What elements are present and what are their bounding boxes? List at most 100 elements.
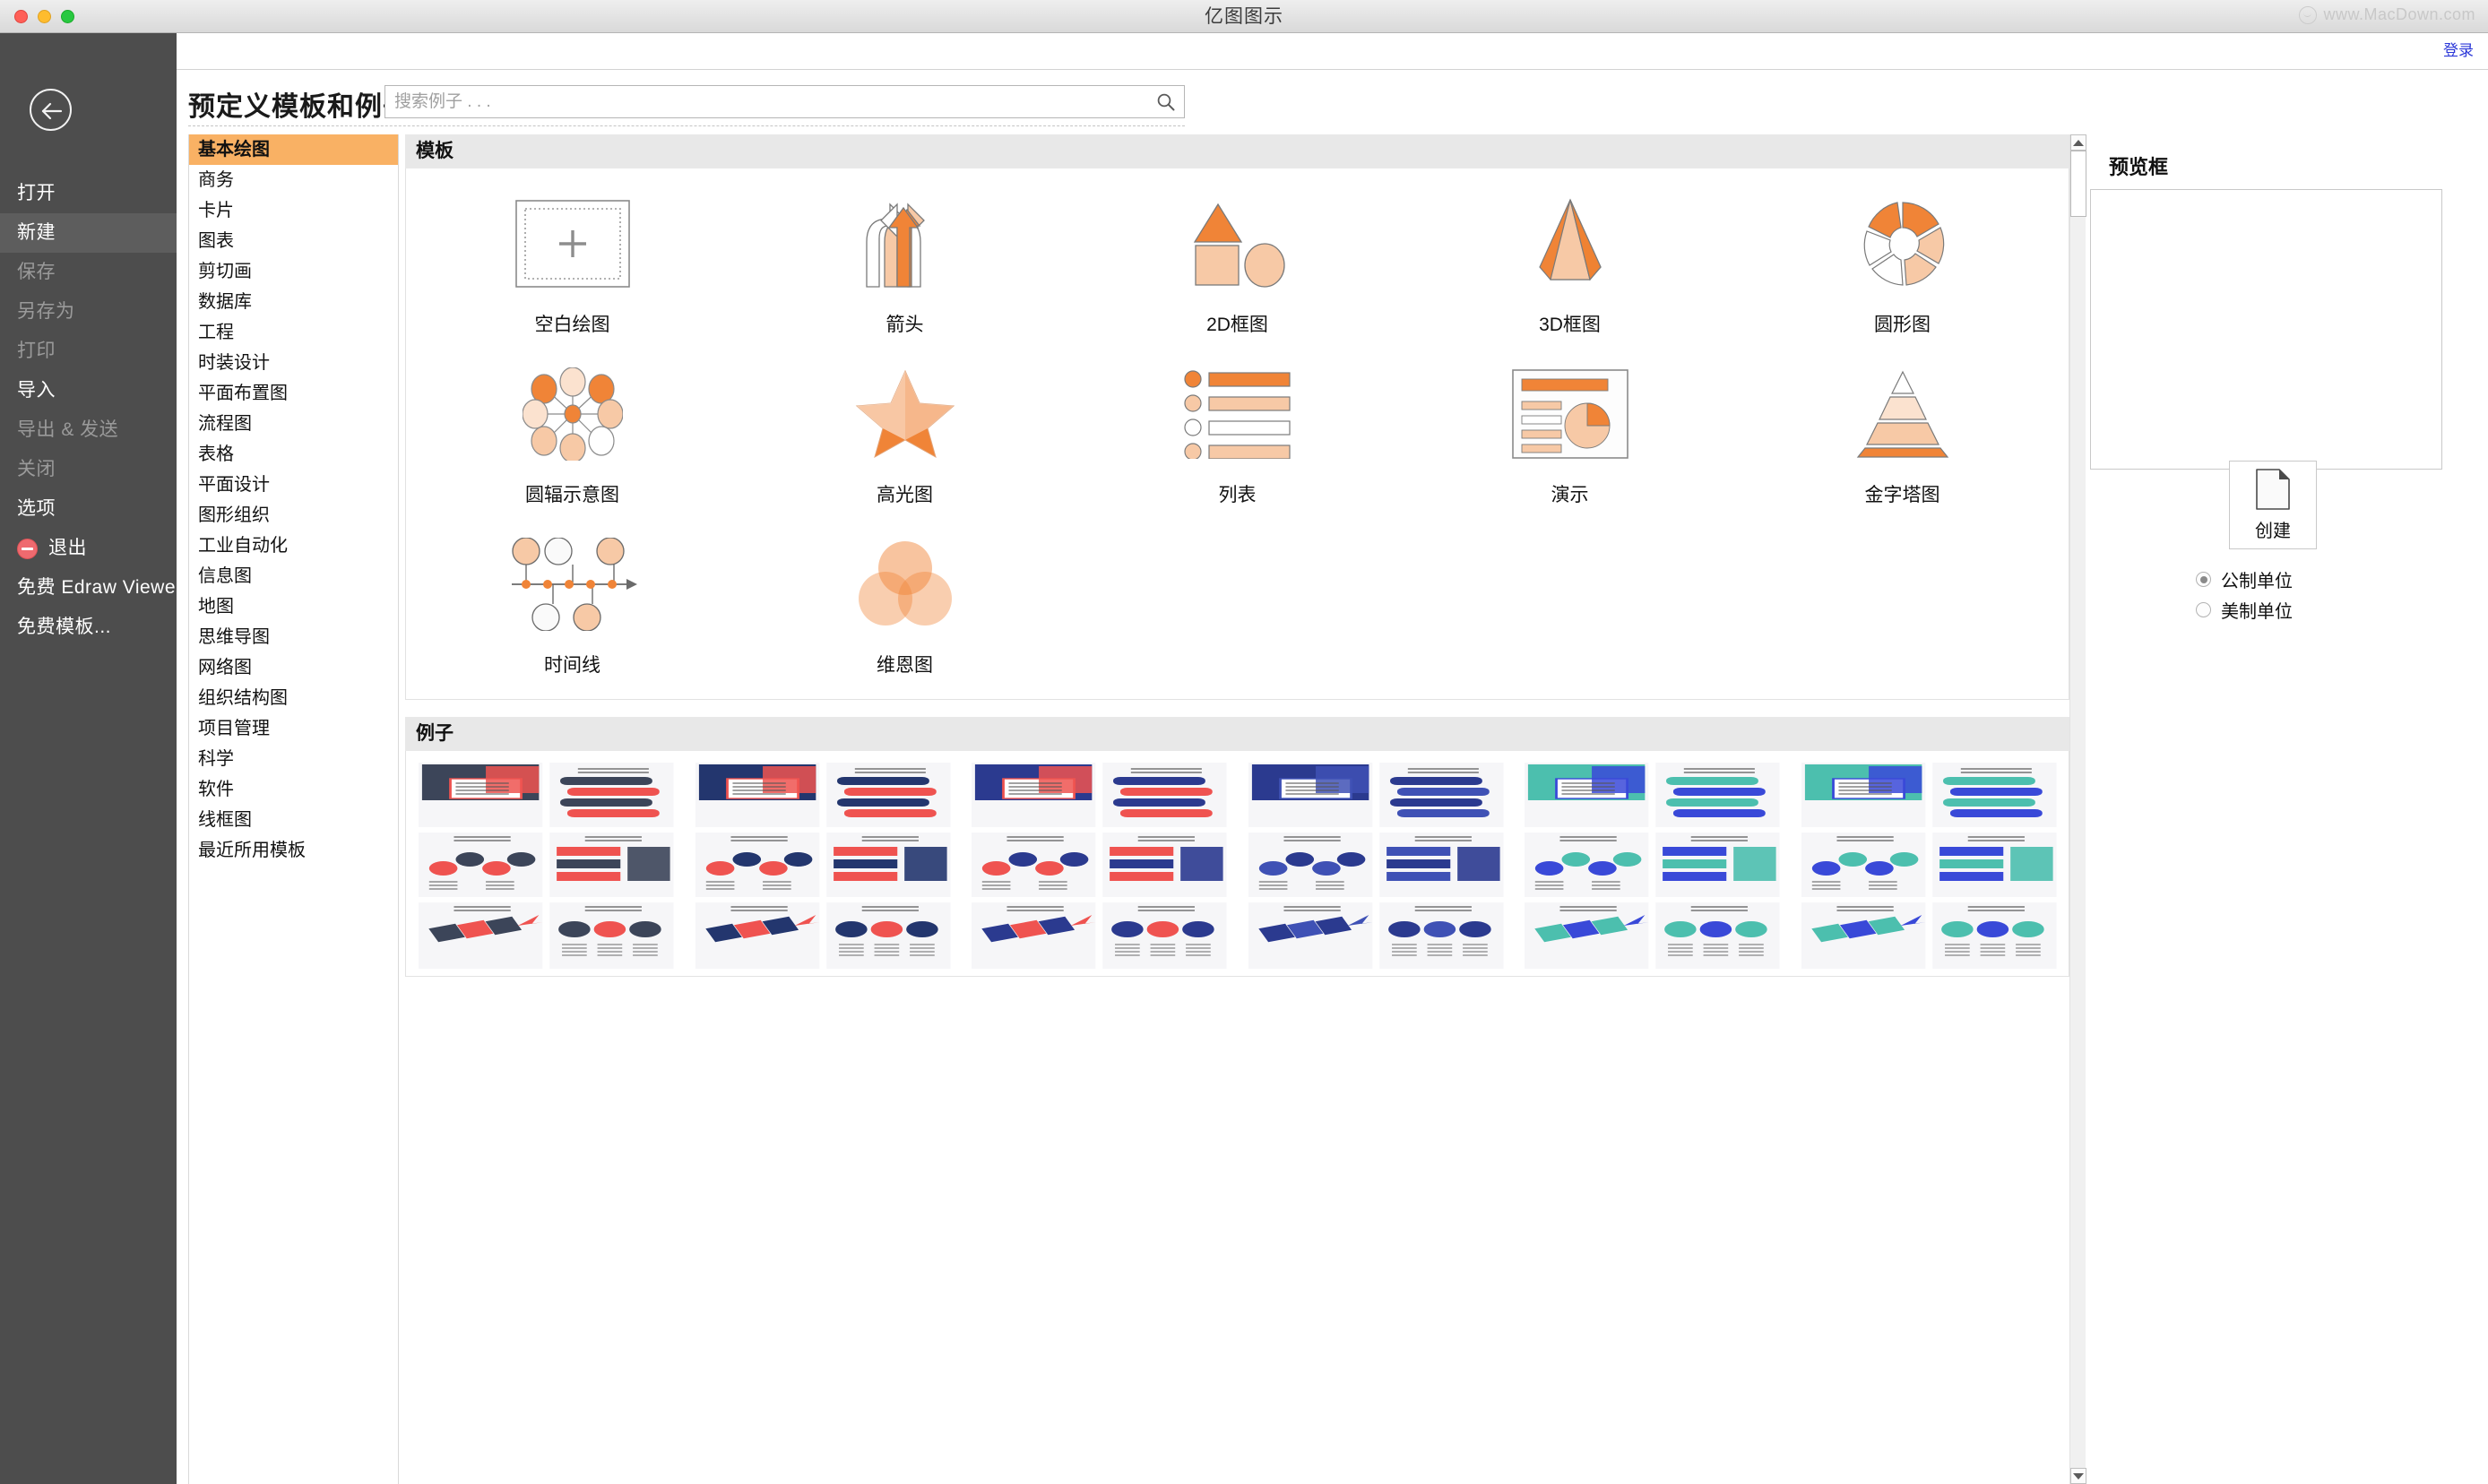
example-item-5[interactable] xyxy=(1797,759,2060,974)
category-item-5[interactable]: 数据库 xyxy=(189,287,398,317)
file-menu-item-label: 新建 xyxy=(17,222,56,243)
template-item-10[interactable]: 时间线 xyxy=(406,518,739,679)
file-menu-item-7: 关闭 xyxy=(0,450,177,489)
radio-selected-icon[interactable] xyxy=(2196,572,2211,587)
file-menu-item-10[interactable]: 免费 Edraw Viewer xyxy=(0,568,182,608)
header-divider xyxy=(177,69,2488,70)
file-menu-item-11[interactable]: 免费模板... xyxy=(0,608,177,647)
exit-icon xyxy=(17,538,38,559)
category-item-2[interactable]: 卡片 xyxy=(189,195,398,226)
category-item-21[interactable]: 软件 xyxy=(189,774,398,805)
example-grid xyxy=(415,759,2060,976)
preview-title: 预览框 xyxy=(2109,156,2169,178)
file-menu-item-9[interactable]: 退出 xyxy=(0,529,177,568)
template-item-8[interactable]: 演示 xyxy=(1404,348,1736,509)
back-arrow-icon[interactable] xyxy=(30,89,72,131)
title-bar: 亿图图示 www.MacDown.com xyxy=(0,0,2488,33)
scroll-up-button[interactable] xyxy=(2070,134,2086,151)
category-item-13[interactable]: 工业自动化 xyxy=(189,531,398,561)
unit-option-imperial[interactable]: 美制单位 xyxy=(2196,597,2293,623)
template-item-3[interactable]: 3D框图 xyxy=(1404,177,1736,339)
unit-option-metric[interactable]: 公制单位 xyxy=(2196,566,2293,592)
scrollbar-thumb[interactable] xyxy=(2070,151,2086,217)
template-item-label: 圆辐示意图 xyxy=(525,485,619,505)
category-item-14[interactable]: 信息图 xyxy=(189,561,398,591)
vertical-scrollbar[interactable] xyxy=(2069,134,2086,1484)
file-menu-item-1[interactable]: 新建 xyxy=(0,213,177,253)
template-timeline-icon xyxy=(506,534,639,634)
category-item-11[interactable]: 平面设计 xyxy=(189,470,398,500)
category-item-22[interactable]: 线框图 xyxy=(189,805,398,835)
radio-unselected-icon[interactable] xyxy=(2196,602,2211,617)
example-item-0[interactable] xyxy=(415,759,678,974)
example-item-6[interactable] xyxy=(415,974,678,976)
search-input[interactable] xyxy=(385,86,1148,117)
category-item-label: 网络图 xyxy=(198,658,252,677)
category-item-8[interactable]: 平面布置图 xyxy=(189,378,398,409)
example-item-4[interactable] xyxy=(1521,759,1784,974)
scroll-down-button[interactable] xyxy=(2070,1468,2086,1484)
category-item-label: 软件 xyxy=(198,780,234,799)
category-item-label: 思维导图 xyxy=(198,627,270,647)
category-item-label: 信息图 xyxy=(198,566,252,586)
category-item-label: 时装设计 xyxy=(198,353,270,373)
template-item-11[interactable]: 维恩图 xyxy=(739,518,1071,679)
login-link[interactable]: 登录 xyxy=(2443,38,2474,60)
template-item-1[interactable]: 箭头 xyxy=(739,177,1071,339)
create-button[interactable]: 创建 xyxy=(2229,461,2317,549)
example-item-7[interactable] xyxy=(691,974,954,976)
category-item-17[interactable]: 网络图 xyxy=(189,652,398,683)
template-list-icon xyxy=(1183,364,1292,464)
category-item-label: 工业自动化 xyxy=(198,536,288,556)
file-menu-item-label: 打印 xyxy=(17,341,56,361)
template-item-5[interactable]: 圆辐示意图 xyxy=(406,348,739,509)
search-box[interactable] xyxy=(384,85,1185,118)
template-block2d-icon xyxy=(1186,194,1290,294)
category-item-3[interactable]: 图表 xyxy=(189,226,398,256)
file-menu-item-6: 导出 & 发送 xyxy=(0,410,177,450)
category-item-20[interactable]: 科学 xyxy=(189,744,398,774)
category-item-10[interactable]: 表格 xyxy=(189,439,398,470)
file-menu-item-5[interactable]: 导入 xyxy=(0,371,177,410)
example-item-1[interactable] xyxy=(691,759,954,974)
file-menu-item-label: 关闭 xyxy=(17,459,56,479)
category-item-0[interactable]: 基本绘图 xyxy=(189,134,398,165)
category-item-23[interactable]: 最近所用模板 xyxy=(189,835,398,866)
category-item-16[interactable]: 思维导图 xyxy=(189,622,398,652)
category-item-9[interactable]: 流程图 xyxy=(189,409,398,439)
file-menu-item-0[interactable]: 打开 xyxy=(0,174,177,213)
template-item-7[interactable]: 列表 xyxy=(1071,348,1404,509)
chevron-down-icon xyxy=(2073,1472,2084,1480)
category-item-label: 图形组织 xyxy=(198,505,270,525)
search-icon[interactable] xyxy=(1148,86,1184,117)
templates-panel: 空白绘图 箭头 2D框图 3D框图 圆形图 圆辐示意图 高光图 列表 演示 金字… xyxy=(405,168,2069,700)
category-item-12[interactable]: 图形组织 xyxy=(189,500,398,531)
category-item-4[interactable]: 剪切画 xyxy=(189,256,398,287)
category-item-label: 图表 xyxy=(198,231,234,251)
category-item-1[interactable]: 商务 xyxy=(189,165,398,195)
category-item-18[interactable]: 组织结构图 xyxy=(189,683,398,713)
file-menu-item-label: 导入 xyxy=(17,380,56,401)
site-watermark: www.MacDown.com xyxy=(2299,5,2475,24)
template-item-0[interactable]: 空白绘图 xyxy=(406,177,739,339)
template-item-9[interactable]: 金字塔图 xyxy=(1736,348,2069,509)
page-title: 预定义模板和例子 xyxy=(188,92,410,122)
template-spoke-icon xyxy=(522,364,623,464)
examples-section-header: 例子 xyxy=(405,717,2069,751)
file-menu-item-8[interactable]: 选项 xyxy=(0,489,177,529)
create-button-label: 创建 xyxy=(2255,522,2291,541)
template-item-4[interactable]: 圆形图 xyxy=(1736,177,2069,339)
unit-option-metric-label: 公制单位 xyxy=(2221,572,2293,591)
file-menu-item-4: 打印 xyxy=(0,332,177,371)
category-item-19[interactable]: 项目管理 xyxy=(189,713,398,744)
template-item-6[interactable]: 高光图 xyxy=(739,348,1071,509)
example-item-2[interactable] xyxy=(968,759,1231,974)
template-item-2[interactable]: 2D框图 xyxy=(1071,177,1404,339)
file-menu-item-3: 另存为 xyxy=(0,292,177,332)
examples-panel xyxy=(405,751,2069,977)
category-item-label: 最近所用模板 xyxy=(198,841,306,860)
category-item-7[interactable]: 时装设计 xyxy=(189,348,398,378)
category-item-15[interactable]: 地图 xyxy=(189,591,398,622)
example-item-3[interactable] xyxy=(1244,759,1507,974)
category-item-6[interactable]: 工程 xyxy=(189,317,398,348)
